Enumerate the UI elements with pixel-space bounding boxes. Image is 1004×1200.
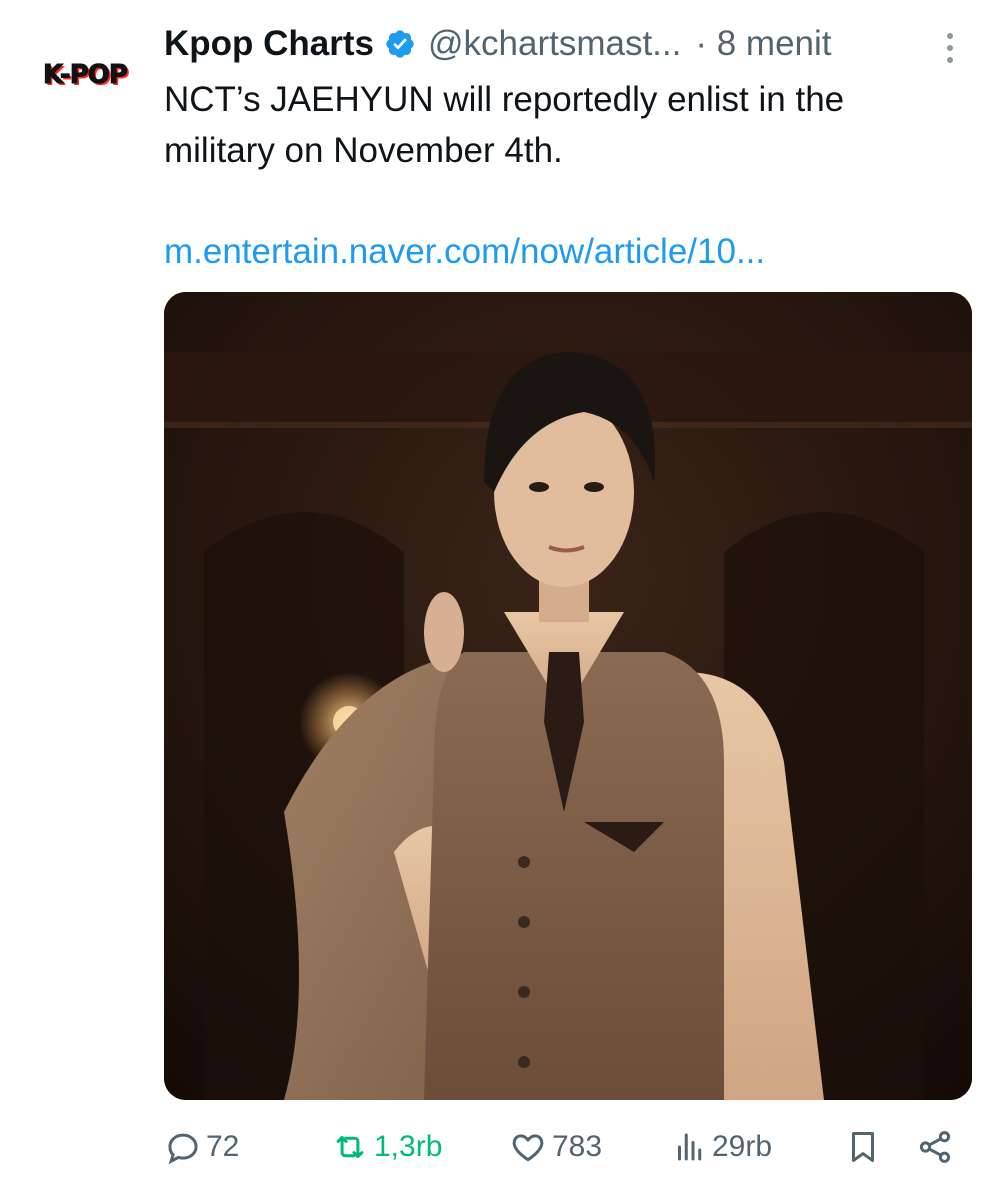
heart-icon bbox=[508, 1128, 548, 1166]
avatar-logo-text: K-POP bbox=[43, 60, 129, 91]
avatar[interactable]: K-POP bbox=[30, 60, 140, 91]
tweet-text: NCT’s JAEHYUN will reportedly enlist in … bbox=[164, 80, 845, 170]
like-count: 783 bbox=[552, 1130, 603, 1163]
photo-illustration bbox=[164, 292, 972, 1100]
like-button[interactable]: 783 bbox=[508, 1122, 602, 1172]
tweet-time[interactable]: · 8 menit bbox=[695, 24, 831, 64]
tweet-header: Kpop Charts @kchartsmast... · 8 menit bbox=[164, 22, 964, 66]
tweet-media-photo[interactable] bbox=[164, 292, 972, 1100]
views-button[interactable]: 29rb bbox=[672, 1122, 772, 1172]
retweet-icon bbox=[330, 1128, 370, 1166]
views-icon bbox=[672, 1128, 708, 1166]
more-options-icon[interactable] bbox=[940, 30, 960, 66]
share-icon bbox=[916, 1128, 954, 1166]
reply-count: 72 bbox=[206, 1130, 240, 1163]
reply-button[interactable]: 72 bbox=[164, 1122, 239, 1172]
retweet-count: 1,3rb bbox=[374, 1130, 443, 1163]
bookmark-icon bbox=[844, 1128, 882, 1166]
bookmark-button[interactable] bbox=[844, 1122, 882, 1172]
verified-badge-icon bbox=[384, 28, 416, 60]
reply-icon bbox=[164, 1128, 202, 1166]
author-handle[interactable]: @kchartsmast... bbox=[428, 24, 681, 64]
retweet-button[interactable]: 1,3rb bbox=[330, 1122, 442, 1172]
tweet-actions-bar: 72 1,3rb 783 29rb bbox=[164, 1122, 964, 1172]
tweet-link[interactable]: m.entertain.naver.com/now/article/10... bbox=[164, 228, 765, 276]
views-count: 29rb bbox=[712, 1130, 773, 1163]
author-name[interactable]: Kpop Charts bbox=[164, 24, 374, 64]
share-button[interactable] bbox=[916, 1122, 954, 1172]
